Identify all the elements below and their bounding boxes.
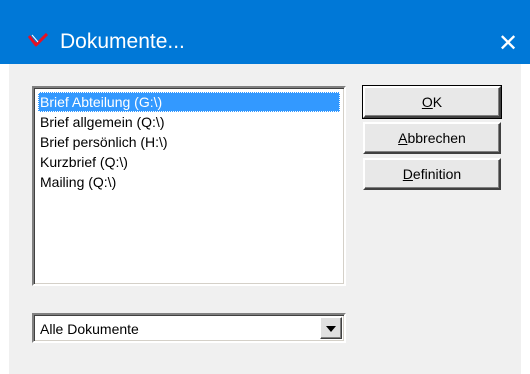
close-button[interactable]: ✕ [486,22,530,64]
definition-label-rest: efinition [412,166,462,182]
definition-button[interactable]: Definition [363,158,501,190]
cancel-mnemonic: A [398,130,408,146]
ok-label-rest: K [432,94,443,110]
close-icon: ✕ [497,29,519,57]
cancel-button[interactable]: Abbrechen [363,122,501,154]
ok-button[interactable]: OK [362,85,502,119]
title-bar: Dokumente... ✕ [0,0,530,64]
ok-mnemonic: O [421,94,433,110]
list-item[interactable]: Mailing (Q:\) [38,172,340,192]
dropdown-button[interactable] [320,317,342,339]
definition-mnemonic: D [402,166,413,182]
document-listbox[interactable]: Brief Abteilung (G:\) Brief allgemein (Q… [32,86,346,286]
window-title: Dokumente... [60,30,185,53]
red-check-icon [28,33,48,47]
cancel-label-rest: bbrechen [407,130,466,146]
list-item[interactable]: Kurzbrief (Q:\) [38,152,340,172]
dialog-client-area: Brief Abteilung (G:\) Brief allgemein (Q… [9,64,521,374]
filter-dropdown[interactable]: Alle Dokumente [32,313,346,343]
list-item[interactable]: Brief allgemein (Q:\) [38,112,340,132]
list-item[interactable]: Brief Abteilung (G:\) [38,92,340,112]
filter-selected-value: Alle Dokumente [40,321,139,337]
list-item[interactable]: Brief persönlich (H:\) [38,132,340,152]
chevron-down-icon [326,326,336,332]
